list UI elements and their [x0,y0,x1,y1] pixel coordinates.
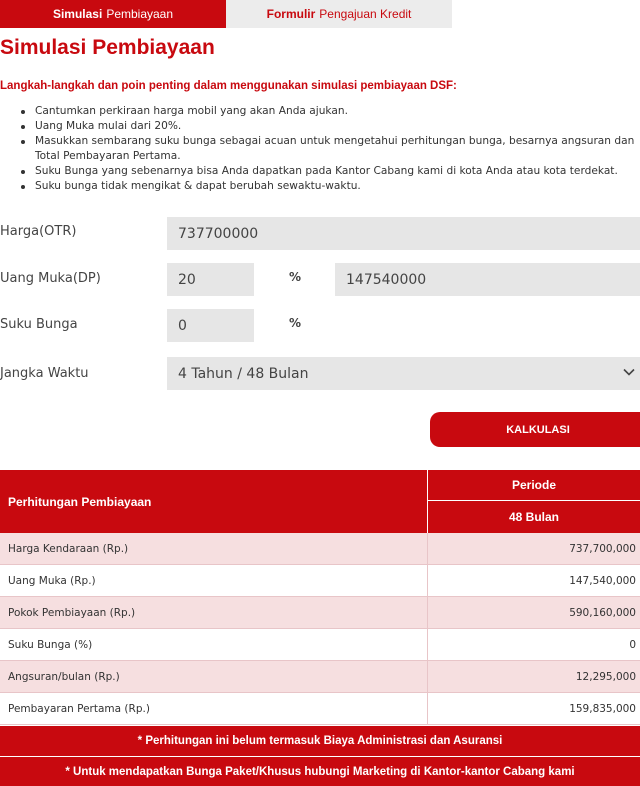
dp-amount-input[interactable]: 147540000 [335,263,640,296]
result-table-header: Perhitungan Pembiayaan Periode 48 Bulan [0,470,640,533]
row-value: 147,540,000 [569,575,636,587]
tab-formulir-pengajuan-kredit[interactable]: Formulir Pengajuan Kredit [226,0,452,28]
column-divider [427,597,428,629]
rate-label: Suku Bunga [0,317,78,332]
tab-label-bold: Formulir [266,7,316,21]
row-label: Pokok Pembiayaan (Rp.) [8,607,136,619]
row-label: Uang Muka (Rp.) [8,575,96,587]
result-table: Perhitungan Pembiayaan Periode 48 Bulan … [0,470,640,786]
header-perhitungan: Perhitungan Pembiayaan [8,494,152,509]
chevron-down-icon [623,368,635,376]
list-item: Suku bunga tidak mengikat & dapat beruba… [18,179,640,194]
rate-percent-sign: % [289,316,302,330]
column-divider [427,565,428,597]
note-admin-insurance: * Perhitungan ini belum termasuk Biaya A… [0,725,640,756]
row-value: 590,160,000 [569,607,636,619]
column-divider [427,661,428,693]
calculate-button[interactable]: KALKULASI [430,412,640,447]
table-row: Pokok Pembiayaan (Rp.) 590,160,000 [0,597,640,629]
column-divider [427,693,428,725]
term-label: Jangka Waktu [0,366,89,381]
term-select-value: 4 Tahun / 48 Bulan [178,365,309,382]
rate-input[interactable]: 0 [167,309,254,342]
row-label: Harga Kendaraan (Rp.) [8,543,129,555]
table-row: Suku Bunga (%) 0 [0,629,640,661]
tab-simulasi-pembiayaan[interactable]: Simulasi Pembiayaan [0,0,226,28]
column-divider [427,629,428,661]
row-label: Angsuran/bulan (Rp.) [8,671,120,683]
row-label: Pembayaran Pertama (Rp.) [8,703,150,715]
otr-label: Harga(OTR) [0,224,77,239]
header-period-value: 48 Bulan [427,501,640,533]
table-row: Angsuran/bulan (Rp.) 12,295,000 [0,661,640,693]
header-periode: Periode [427,470,640,501]
list-item: Uang Muka mulai dari 20%. [18,119,640,134]
list-item: Masukkan sembarang suku bunga sebagai ac… [18,134,640,164]
table-row: Uang Muka (Rp.) 147,540,000 [0,565,640,597]
list-item: Cantumkan perkiraan harga mobil yang aka… [18,104,640,119]
dp-percent-input[interactable]: 20 [167,263,254,296]
row-value: 159,835,000 [569,703,636,715]
tab-label-rest: Pembiayaan [106,7,174,21]
dp-label: Uang Muka(DP) [0,271,101,286]
list-item: Suku Bunga yang sebenarnya bisa Anda dap… [18,164,640,179]
table-row: Pembayaran Pertama (Rp.) 159,835,000 [0,693,640,725]
row-value: 737,700,000 [569,543,636,555]
page-title-rest: Pembiayaan [92,36,215,59]
page-title-bold: Simulasi [0,36,87,59]
column-divider [427,533,428,565]
tab-bar: Simulasi Pembiayaan Formulir Pengajuan K… [0,0,640,28]
otr-input[interactable]: 737700000 [167,217,640,250]
row-value: 0 [629,639,636,651]
tab-label-rest: Pengajuan Kredit [319,7,412,21]
note-special-rate: * Untuk mendapatkan Bunga Paket/Khusus h… [0,756,640,786]
row-label: Suku Bunga (%) [8,639,93,651]
dp-percent-sign: % [289,270,302,284]
term-select[interactable]: 4 Tahun / 48 Bulan [167,357,640,390]
tab-label-bold: Simulasi [52,7,103,21]
steps-list: Cantumkan perkiraan harga mobil yang aka… [18,104,640,194]
page-title: Simulasi Pembiayaan [0,36,215,60]
table-row: Harga Kendaraan (Rp.) 737,700,000 [0,533,640,565]
row-value: 12,295,000 [575,671,636,683]
intro-heading: Langkah-langkah dan poin penting dalam m… [0,80,457,92]
